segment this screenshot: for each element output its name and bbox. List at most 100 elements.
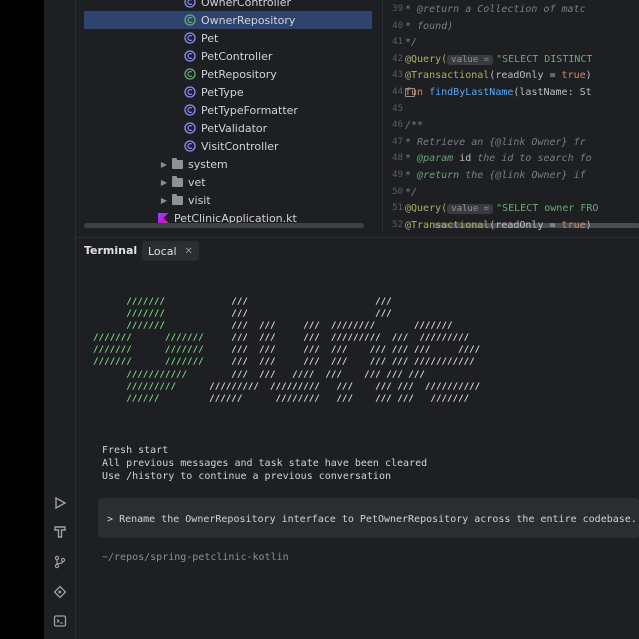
tree-item-label: Pet (201, 31, 219, 45)
tree-item[interactable]: VisitController (84, 137, 372, 155)
parameter-hint: value = (447, 204, 494, 215)
code-token: ) (585, 219, 592, 231)
project-tree-scrollbar[interactable] (84, 223, 364, 228)
line-number: 46 (392, 120, 403, 131)
tree-item-label: VisitController (201, 139, 279, 153)
prompt-symbol: > (107, 514, 114, 525)
chevron-right-icon[interactable]: ▶ (158, 178, 170, 187)
code-token: @Transactional (405, 219, 490, 231)
banner-line: ////// //////// /// /// /// /////// (93, 392, 470, 404)
code-token: * found) (405, 20, 454, 32)
code-line[interactable]: */ (405, 37, 417, 48)
ide-window: OwnerController OwnerRepository Pet PetCont… (44, 0, 639, 639)
code-token: (readOnly = (489, 70, 562, 82)
code-token: (lastName: St (513, 87, 592, 98)
code-token: /** (405, 120, 424, 132)
code-token: @Transactional (405, 70, 490, 82)
tree-item[interactable]: ▶ visit (84, 191, 372, 209)
code-line[interactable]: @Query(value = "SELECT DISTINCT (405, 54, 592, 65)
chevron-right-icon[interactable]: ▶ (158, 160, 170, 169)
services-icon[interactable] (50, 582, 70, 602)
prompt-line[interactable]: > Rename the OwnerRepository interface t… (107, 512, 639, 525)
terminal-message-fresh-start: Fresh start (102, 445, 169, 456)
tree-item[interactable]: ▶ vet (84, 173, 372, 191)
code-token: @Query( (405, 203, 448, 215)
tree-item[interactable]: PetController (84, 47, 372, 65)
interface-icon (184, 68, 196, 80)
banner-line: /// /// /// /// /// /// /// //// (93, 344, 481, 356)
code-line[interactable]: * Retrieve an {@link Owner} fr (405, 137, 586, 148)
code-line[interactable]: @Transactional(readOnly = true) (405, 220, 592, 231)
git-branch-icon[interactable] (50, 552, 70, 572)
folder-icon (172, 175, 183, 187)
code-editor[interactable]: 394041424344454647484950515253 * @return… (382, 0, 639, 232)
terminal-icon[interactable] (50, 611, 70, 631)
code-line[interactable]: */ (405, 187, 417, 198)
tree-item[interactable]: PetType (84, 83, 372, 101)
run-icon[interactable] (50, 493, 70, 513)
line-number: 49 (392, 170, 403, 180)
tree-item[interactable]: Pet (84, 29, 372, 47)
terminal-message-history-hint: Use /history to continue a previous conv… (102, 471, 391, 482)
tree-item-label: vet (188, 175, 206, 189)
tree-item[interactable]: PetRepository (84, 65, 372, 83)
code-token: findByLastName (429, 87, 514, 98)
tree-item[interactable]: OwnerController (84, 0, 372, 11)
terminal-header: Terminal Local ✕ (76, 237, 639, 263)
tree-item[interactable]: PetTypeFormatter (84, 101, 372, 119)
code-line[interactable]: * @return a Collection of matc (405, 4, 586, 15)
line-number: 42 (392, 53, 403, 64)
code-token: */ (405, 186, 418, 198)
tree-item-label: PetTypeFormatter (201, 103, 298, 117)
line-number: 50 (392, 186, 403, 197)
code-line[interactable]: * @param id the id to search fo (405, 153, 592, 164)
code-line[interactable]: * @return the {@link Owner} if (405, 170, 586, 181)
code-token: "SELECT owner FRO (496, 203, 599, 215)
code-line[interactable]: fun findByLastName(lastName: St (405, 87, 592, 98)
terminal-tab-label: Local (148, 244, 177, 258)
code-token: id (453, 153, 472, 165)
class-icon (184, 50, 196, 62)
code-line[interactable]: @Query(value = "SELECT owner FRO (405, 203, 599, 215)
parameter-hint: value = (447, 54, 494, 65)
code-token: @param (417, 153, 454, 165)
tree-item-label: system (188, 157, 228, 171)
tree-item-label: PetRepository (201, 67, 277, 81)
project-tree: OwnerController OwnerRepository Pet PetCont… (76, 0, 414, 232)
tool-window-strip (44, 0, 76, 639)
class-icon (184, 140, 196, 152)
prompt-input[interactable]: Rename the OwnerRepository interface to … (119, 514, 637, 525)
class-icon (184, 122, 196, 134)
code-token: ) (585, 70, 592, 82)
tree-item[interactable]: PetValidator (84, 119, 372, 137)
prompt-input-box[interactable]: > Rename the OwnerRepository interface t… (98, 498, 639, 538)
build-icon[interactable] (50, 522, 70, 542)
code-line[interactable]: * found) (405, 21, 453, 32)
banner-line: /// /// (93, 308, 392, 320)
terminal-message-cleared: All previous messages and task state hav… (102, 458, 428, 469)
line-number: 43 (392, 70, 403, 81)
terminal-tab-local[interactable]: Local ✕ (142, 241, 199, 261)
code-line[interactable]: /** (405, 120, 423, 131)
code-token: * (405, 170, 418, 181)
line-number: 44 (392, 87, 403, 97)
line-number: 52 (392, 219, 403, 230)
tree-item[interactable]: ▶ system (84, 155, 372, 173)
close-icon[interactable]: ✕ (185, 246, 193, 257)
tree-item-label: PetValidator (201, 121, 268, 135)
code-token: (readOnly = (489, 219, 562, 231)
banner-line: ///////// ///////// /// /// /// ////////… (93, 380, 481, 392)
tree-item-label: visit (188, 193, 211, 207)
code-token: @Query( (405, 53, 448, 65)
interface-icon (184, 14, 196, 26)
kotlin-file-icon (158, 212, 169, 224)
class-icon (184, 104, 196, 116)
chevron-right-icon[interactable]: ▶ (158, 196, 170, 205)
code-token: * @return a Collection of matc (405, 4, 586, 15)
code-line[interactable]: @Transactional(readOnly = true) (405, 70, 592, 81)
code-token: the {@link Owner} if (459, 170, 586, 181)
code-token: */ (405, 37, 418, 49)
banner-line: /// /// /// //////// /////// (93, 320, 453, 332)
tree-item[interactable]: OwnerRepository (84, 11, 372, 29)
line-number: 40 (392, 20, 403, 31)
